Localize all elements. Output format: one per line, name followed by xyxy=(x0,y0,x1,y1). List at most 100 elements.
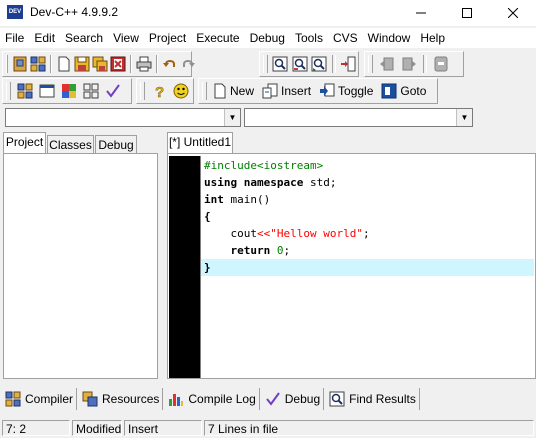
close-file-button[interactable] xyxy=(110,54,126,74)
rebuild-icon xyxy=(83,83,99,99)
tab-label: Debug xyxy=(284,392,321,406)
chevron-down-icon[interactable]: ▼ xyxy=(456,109,472,126)
tab-resources[interactable]: Resources xyxy=(77,388,164,410)
toolbar-separator xyxy=(423,55,427,73)
menu-debug[interactable]: Debug xyxy=(245,28,290,48)
toolbar-grip[interactable] xyxy=(6,55,8,73)
toolbar-grip[interactable] xyxy=(140,82,145,100)
insert-icon xyxy=(262,83,278,99)
replace-button[interactable] xyxy=(291,54,308,74)
project-tree-panel[interactable] xyxy=(3,153,158,379)
help-button[interactable]: ? xyxy=(149,81,169,101)
undo-button[interactable] xyxy=(162,54,178,74)
cursor-position: 7: 2 xyxy=(2,420,70,436)
maximize-button[interactable] xyxy=(444,0,490,26)
tab-classes[interactable]: Classes xyxy=(47,135,94,154)
redo-icon xyxy=(183,60,195,67)
menu-help[interactable]: Help xyxy=(415,28,450,48)
toolbar-grip[interactable] xyxy=(263,55,268,73)
tab-find-results[interactable]: Find Results xyxy=(324,388,420,410)
chevron-down-icon[interactable]: ▼ xyxy=(224,109,240,126)
rebuild-button[interactable] xyxy=(81,81,101,101)
menu-window[interactable]: Window xyxy=(363,28,416,48)
line-count: 7 Lines in file xyxy=(204,420,534,436)
save-all-icon xyxy=(92,56,108,72)
minimize-button[interactable] xyxy=(398,0,444,26)
syntax-check-button[interactable] xyxy=(103,81,123,101)
compile-icon xyxy=(17,83,33,99)
insert-button[interactable]: Insert xyxy=(259,81,314,101)
tab-debug-output[interactable]: Debug xyxy=(260,388,325,410)
new-file-icon xyxy=(58,56,70,72)
keyword: using xyxy=(204,176,238,189)
find-next-button[interactable] xyxy=(310,54,327,74)
menu-search[interactable]: Search xyxy=(60,28,108,48)
help-toolbar: ? xyxy=(136,78,194,104)
project-options-button[interactable] xyxy=(431,54,451,74)
toolbar-grip[interactable] xyxy=(6,82,11,100)
goto-label: Goto xyxy=(400,84,427,98)
code-area[interactable]: #include<iostream> using namespace std; … xyxy=(201,157,534,276)
code-line: cout<<"Hellow world"; xyxy=(204,225,534,242)
menu-tools[interactable]: Tools xyxy=(290,28,328,48)
code-text: std; xyxy=(303,176,337,189)
print-button[interactable] xyxy=(136,54,152,74)
compile-button[interactable] xyxy=(15,81,35,101)
tab-compiler[interactable]: Compiler xyxy=(0,388,78,410)
specials-toolbar xyxy=(2,78,132,104)
menu-view[interactable]: View xyxy=(108,28,144,48)
code-line: using namespace std; xyxy=(204,174,534,191)
new-class-button[interactable]: New xyxy=(210,81,257,101)
number-literal: 0 xyxy=(276,244,284,257)
find-icon xyxy=(329,391,345,407)
toolbar-grip[interactable] xyxy=(202,82,207,100)
tab-untitled1[interactable]: [*] Untitled1 xyxy=(167,132,233,153)
toolbar-separator xyxy=(130,55,132,73)
project-options-icon xyxy=(434,56,448,72)
toggle-bookmark-button[interactable]: Toggle xyxy=(316,81,376,101)
compile-run-icon xyxy=(62,84,76,98)
print-icon xyxy=(136,56,152,72)
close-button[interactable] xyxy=(490,0,536,26)
remove-from-project-button[interactable] xyxy=(399,54,419,74)
add-to-project-icon xyxy=(380,57,394,71)
find-button[interactable] xyxy=(272,54,289,74)
save-button[interactable] xyxy=(74,54,90,74)
menu-edit[interactable]: Edit xyxy=(29,28,60,48)
remove-from-project-icon xyxy=(402,57,416,71)
toolbar-grip[interactable] xyxy=(368,55,373,73)
tab-debug[interactable]: Debug xyxy=(95,135,137,154)
keyword: namespace xyxy=(243,176,304,189)
status-bar: 7: 2 Modified Insert 7 Lines in file xyxy=(0,418,536,438)
class-combo[interactable]: ▼ xyxy=(5,108,241,127)
member-combo[interactable]: ▼ xyxy=(244,108,473,127)
class-browser-button[interactable] xyxy=(30,54,46,74)
question-mark-icon: ? xyxy=(155,84,165,99)
menu-project[interactable]: Project xyxy=(144,28,191,48)
tab-compile-log[interactable]: Compile Log xyxy=(163,388,260,410)
menu-execute[interactable]: Execute xyxy=(191,28,244,48)
about-button[interactable] xyxy=(171,81,191,101)
menu-cvs[interactable]: CVS xyxy=(328,28,363,48)
run-button[interactable] xyxy=(37,81,57,101)
insert-label: Insert xyxy=(281,84,312,98)
compile-run-button[interactable] xyxy=(59,81,79,101)
main-toolbar xyxy=(2,51,195,77)
add-to-project-button[interactable] xyxy=(377,54,397,74)
redo-button[interactable] xyxy=(180,54,196,74)
open-project-button[interactable] xyxy=(12,54,28,74)
goto-line-icon xyxy=(341,56,356,72)
goto-bookmark-button[interactable]: Goto xyxy=(378,81,429,101)
svg-text:?: ? xyxy=(155,84,164,99)
keyword: return xyxy=(230,244,271,257)
menu-file[interactable]: File xyxy=(0,28,29,48)
replace-icon xyxy=(292,56,308,72)
tab-project[interactable]: Project xyxy=(3,132,46,153)
insert-mode: Insert xyxy=(124,420,202,436)
new-file-button[interactable] xyxy=(56,54,72,74)
compiler-icon xyxy=(5,391,21,407)
goto-line-button[interactable] xyxy=(340,54,357,74)
new-icon xyxy=(214,83,226,99)
save-all-button[interactable] xyxy=(92,54,108,74)
code-text: cout xyxy=(204,227,257,240)
